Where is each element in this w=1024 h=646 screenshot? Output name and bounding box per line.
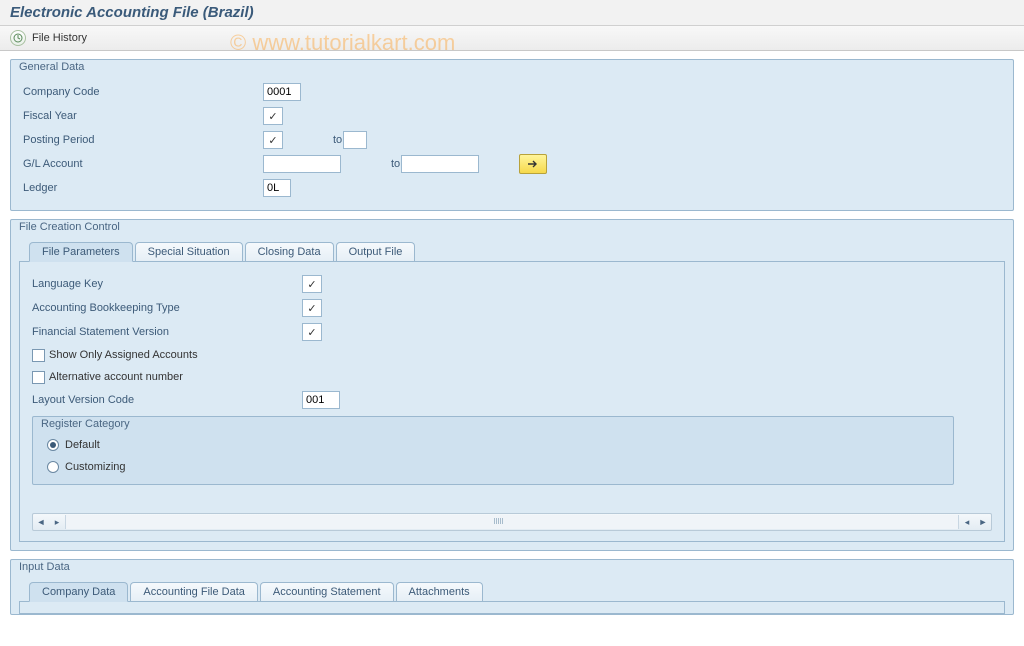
radio-default[interactable] (47, 439, 59, 451)
fcc-tabstrip: File Parameters Special Situation Closin… (19, 240, 1005, 262)
tab-attachments[interactable]: Attachments (396, 582, 483, 601)
ledger-label: Ledger (23, 182, 263, 194)
radio-default-label: Default (65, 439, 100, 451)
tab-accounting-file-data[interactable]: Accounting File Data (130, 582, 258, 601)
tab-file-parameters[interactable]: File Parameters (29, 242, 133, 262)
radio-customizing[interactable] (47, 461, 59, 473)
file-creation-control-group: File Creation Control File Parameters Sp… (10, 219, 1014, 551)
gl-account-to-label: to (341, 158, 401, 170)
tab-output-file[interactable]: Output File (336, 242, 416, 261)
register-category-legend: Register Category (33, 417, 953, 430)
content-area: General Data Company Code Fiscal Year Po… (0, 51, 1024, 625)
fcc-tabpane: Language Key Accounting Bookkeeping Type… (19, 262, 1005, 542)
scroll-left-icon[interactable]: ◄ (33, 514, 49, 530)
general-data-group: General Data Company Code Fiscal Year Po… (10, 59, 1014, 211)
company-code-label: Company Code (23, 86, 263, 98)
tab-closing-data[interactable]: Closing Data (245, 242, 334, 261)
toolbar: File History (0, 26, 1024, 51)
gl-account-to-input[interactable] (401, 155, 479, 173)
language-key-label: Language Key (32, 278, 302, 290)
scroll-left-step-icon[interactable]: ▸ (49, 514, 65, 530)
layout-version-label: Layout Version Code (32, 394, 302, 406)
posting-period-label: Posting Period (23, 134, 263, 146)
input-data-tabstrip: Company Data Accounting File Data Accoun… (19, 580, 1005, 602)
input-data-tabpane (19, 602, 1005, 614)
tab-company-data[interactable]: Company Data (29, 582, 128, 602)
scroll-right-icon[interactable]: ► (975, 514, 991, 530)
tab-accounting-statement[interactable]: Accounting Statement (260, 582, 394, 601)
fcc-legend: File Creation Control (11, 219, 1013, 233)
fin-stmt-ver-input[interactable] (302, 323, 322, 341)
show-only-assigned-label: Show Only Assigned Accounts (49, 349, 198, 361)
layout-version-input[interactable] (302, 391, 340, 409)
acct-book-type-input[interactable] (302, 299, 322, 317)
input-data-group: Input Data Company Data Accounting File … (10, 559, 1014, 615)
posting-period-to-label: to (283, 134, 343, 146)
scroll-track[interactable] (65, 515, 959, 529)
alt-acct-num-checkbox[interactable] (32, 371, 45, 384)
posting-period-to-input[interactable] (343, 131, 367, 149)
fin-stmt-ver-label: Financial Statement Version (32, 326, 302, 338)
radio-customizing-label: Customizing (65, 461, 126, 473)
language-key-input[interactable] (302, 275, 322, 293)
file-history-button[interactable]: File History (32, 32, 87, 44)
general-data-legend: General Data (11, 59, 1013, 73)
tab-special-situation[interactable]: Special Situation (135, 242, 243, 261)
title-bar: Electronic Accounting File (Brazil) (0, 0, 1024, 26)
ledger-input[interactable] (263, 179, 291, 197)
execute-icon[interactable] (10, 30, 26, 46)
page-title: Electronic Accounting File (Brazil) (10, 4, 1014, 21)
acct-book-type-label: Accounting Bookkeeping Type (32, 302, 302, 314)
fiscal-year-input[interactable] (263, 107, 283, 125)
show-only-assigned-checkbox[interactable] (32, 349, 45, 362)
scroll-right-step-icon[interactable]: ◂ (959, 514, 975, 530)
company-code-input[interactable] (263, 83, 301, 101)
gl-account-from-input[interactable] (263, 155, 341, 173)
posting-period-from-input[interactable] (263, 131, 283, 149)
alt-acct-num-label: Alternative account number (49, 371, 183, 383)
input-data-legend: Input Data (11, 559, 1013, 573)
fiscal-year-label: Fiscal Year (23, 110, 263, 122)
horizontal-scrollbar[interactable]: ◄ ▸ ◂ ► (32, 513, 992, 531)
register-category-group: Register Category Default Customizing (32, 416, 954, 485)
multiple-selection-button[interactable] (519, 154, 547, 174)
gl-account-label: G/L Account (23, 158, 263, 170)
